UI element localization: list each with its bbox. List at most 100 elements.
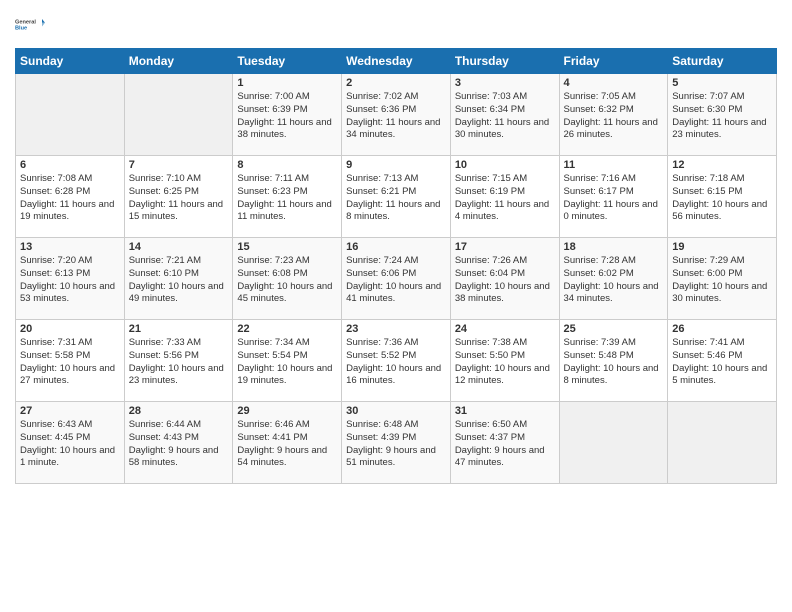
day-info: Sunrise: 7:34 AM Sunset: 5:54 PM Dayligh… [237,337,337,388]
day-number: 5 [672,77,772,89]
calendar-cell: 25Sunrise: 7:39 AM Sunset: 5:48 PM Dayli… [559,320,668,402]
weekday-header-thursday: Thursday [450,49,559,74]
day-number: 9 [346,159,446,171]
day-info: Sunrise: 7:38 AM Sunset: 5:50 PM Dayligh… [455,337,555,388]
day-number: 2 [346,77,446,89]
day-info: Sunrise: 6:44 AM Sunset: 4:43 PM Dayligh… [129,419,229,470]
calendar-cell: 3Sunrise: 7:03 AM Sunset: 6:34 PM Daylig… [450,74,559,156]
day-info: Sunrise: 7:10 AM Sunset: 6:25 PM Dayligh… [129,173,229,224]
calendar-cell: 1Sunrise: 7:00 AM Sunset: 6:39 PM Daylig… [233,74,342,156]
calendar-cell: 2 Sunrise: 7:02 AM Sunset: 6:36 PM Daylig… [342,74,451,156]
calendar-cell: 21 Sunrise: 7:33 AM Sunset: 5:56 PM Dayli… [124,320,233,402]
day-number: 7 [129,159,229,171]
calendar-cell [559,402,668,484]
day-info: Sunrise: 7:29 AM Sunset: 6:00 PM Dayligh… [672,255,772,306]
day-number: 8 [237,159,337,171]
day-number: 16 [346,241,446,253]
day-info: Sunrise: 7:26 AM Sunset: 6:04 PM Dayligh… [455,255,555,306]
calendar-cell: 19 Sunrise: 7:29 AM Sunset: 6:00 PM Dayli… [668,238,777,320]
day-number: 17 [455,241,555,253]
day-number: 30 [346,405,446,417]
weekday-header-saturday: Saturday [668,49,777,74]
day-number: 14 [129,241,229,253]
day-number: 23 [346,323,446,335]
calendar-cell: 5 Sunrise: 7:07 AM Sunset: 6:30 PM Daylig… [668,74,777,156]
calendar-cell: 26Sunrise: 7:41 AM Sunset: 5:46 PM Dayli… [668,320,777,402]
day-number: 12 [672,159,772,171]
day-number: 25 [564,323,664,335]
day-info: Sunrise: 7:16 AM Sunset: 6:17 PM Dayligh… [564,173,664,224]
day-number: 6 [20,159,120,171]
calendar-cell: 22 Sunrise: 7:34 AM Sunset: 5:54 PM Dayli… [233,320,342,402]
day-info: Sunrise: 7:36 AM Sunset: 5:52 PM Dayligh… [346,337,446,388]
week-row-3: 20 Sunrise: 7:31 AM Sunset: 5:58 PM Dayli… [16,320,777,402]
header: General Blue [15,10,777,40]
calendar-cell [124,74,233,156]
calendar-cell: 9 Sunrise: 7:13 AM Sunset: 6:21 PM Daylig… [342,156,451,238]
day-number: 10 [455,159,555,171]
svg-text:General: General [15,20,36,26]
day-number: 24 [455,323,555,335]
weekday-header-sunday: Sunday [16,49,125,74]
day-info: Sunrise: 7:13 AM Sunset: 6:21 PM Dayligh… [346,173,446,224]
weekday-header-wednesday: Wednesday [342,49,451,74]
calendar-header: SundayMondayTuesdayWednesdayThursdayFrid… [16,49,777,74]
weekday-row: SundayMondayTuesdayWednesdayThursdayFrid… [16,49,777,74]
weekday-header-tuesday: Tuesday [233,49,342,74]
calendar-cell: 30 Sunrise: 6:48 AM Sunset: 4:39 PM Dayli… [342,402,451,484]
logo: General Blue [15,10,45,40]
day-number: 22 [237,323,337,335]
day-number: 13 [20,241,120,253]
calendar-cell: 29Sunrise: 6:46 AM Sunset: 4:41 PM Dayli… [233,402,342,484]
calendar-cell: 10 Sunrise: 7:15 AM Sunset: 6:19 PM Dayli… [450,156,559,238]
calendar-cell: 6 Sunrise: 7:08 AM Sunset: 6:28 PM Daylig… [16,156,125,238]
calendar-cell: 20 Sunrise: 7:31 AM Sunset: 5:58 PM Dayli… [16,320,125,402]
calendar-cell: 18 Sunrise: 7:28 AM Sunset: 6:02 PM Dayli… [559,238,668,320]
day-number: 15 [237,241,337,253]
day-info: Sunrise: 7:20 AM Sunset: 6:13 PM Dayligh… [20,255,120,306]
calendar-body: 1Sunrise: 7:00 AM Sunset: 6:39 PM Daylig… [16,74,777,484]
day-number: 19 [672,241,772,253]
day-info: Sunrise: 6:43 AM Sunset: 4:45 PM Dayligh… [20,419,120,470]
day-number: 4 [564,77,664,89]
calendar-cell [16,74,125,156]
day-info: Sunrise: 7:28 AM Sunset: 6:02 PM Dayligh… [564,255,664,306]
day-info: Sunrise: 6:50 AM Sunset: 4:37 PM Dayligh… [455,419,555,470]
day-number: 27 [20,405,120,417]
day-number: 18 [564,241,664,253]
day-info: Sunrise: 6:46 AM Sunset: 4:41 PM Dayligh… [237,419,337,470]
day-number: 26 [672,323,772,335]
logo-icon: General Blue [15,10,45,40]
day-info: Sunrise: 7:18 AM Sunset: 6:15 PM Dayligh… [672,173,772,224]
calendar-table: SundayMondayTuesdayWednesdayThursdayFrid… [15,48,777,484]
day-number: 3 [455,77,555,89]
day-info: Sunrise: 7:05 AM Sunset: 6:32 PM Dayligh… [564,91,664,142]
day-info: Sunrise: 7:31 AM Sunset: 5:58 PM Dayligh… [20,337,120,388]
calendar-cell: 31Sunrise: 6:50 AM Sunset: 4:37 PM Dayli… [450,402,559,484]
calendar-cell: 28 Sunrise: 6:44 AM Sunset: 4:43 PM Dayli… [124,402,233,484]
day-info: Sunrise: 7:11 AM Sunset: 6:23 PM Dayligh… [237,173,337,224]
day-info: Sunrise: 7:15 AM Sunset: 6:19 PM Dayligh… [455,173,555,224]
day-number: 21 [129,323,229,335]
day-number: 11 [564,159,664,171]
day-info: Sunrise: 7:33 AM Sunset: 5:56 PM Dayligh… [129,337,229,388]
calendar-cell [668,402,777,484]
calendar-cell: 14Sunrise: 7:21 AM Sunset: 6:10 PM Dayli… [124,238,233,320]
weekday-header-monday: Monday [124,49,233,74]
day-info: Sunrise: 6:48 AM Sunset: 4:39 PM Dayligh… [346,419,446,470]
calendar-cell: 12 Sunrise: 7:18 AM Sunset: 6:15 PM Dayli… [668,156,777,238]
day-number: 20 [20,323,120,335]
day-info: Sunrise: 7:08 AM Sunset: 6:28 PM Dayligh… [20,173,120,224]
day-info: Sunrise: 7:02 AM Sunset: 6:36 PM Dayligh… [346,91,446,142]
day-info: Sunrise: 7:23 AM Sunset: 6:08 PM Dayligh… [237,255,337,306]
calendar-cell: 11 Sunrise: 7:16 AM Sunset: 6:17 PM Dayli… [559,156,668,238]
calendar-cell: 7 Sunrise: 7:10 AM Sunset: 6:25 PM Daylig… [124,156,233,238]
day-info: Sunrise: 7:07 AM Sunset: 6:30 PM Dayligh… [672,91,772,142]
day-number: 28 [129,405,229,417]
week-row-2: 13 Sunrise: 7:20 AM Sunset: 6:13 PM Dayli… [16,238,777,320]
day-info: Sunrise: 7:00 AM Sunset: 6:39 PM Dayligh… [237,91,337,142]
week-row-0: 1Sunrise: 7:00 AM Sunset: 6:39 PM Daylig… [16,74,777,156]
calendar-cell: 8 Sunrise: 7:11 AM Sunset: 6:23 PM Daylig… [233,156,342,238]
day-info: Sunrise: 7:24 AM Sunset: 6:06 PM Dayligh… [346,255,446,306]
calendar-cell: 27 Sunrise: 6:43 AM Sunset: 4:45 PM Dayli… [16,402,125,484]
